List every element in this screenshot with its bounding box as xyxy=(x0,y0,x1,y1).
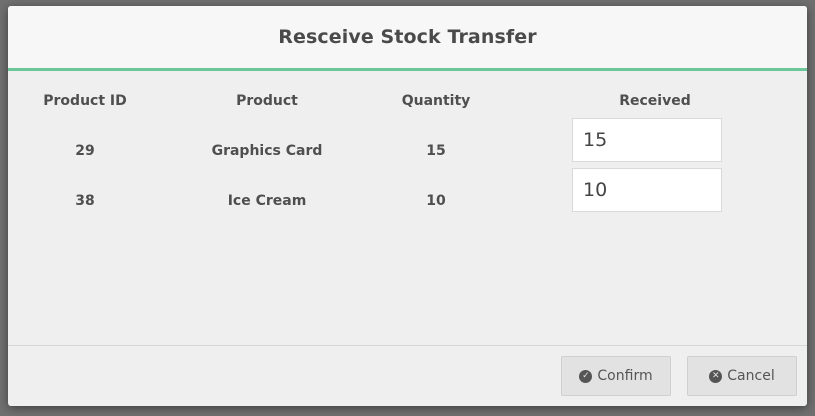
row-1-received-input[interactable] xyxy=(572,118,722,162)
row-2-quantity: 10 xyxy=(426,193,446,209)
column-header-product: Product xyxy=(236,93,298,109)
column-header-product-id: Product ID xyxy=(43,93,127,109)
row-2-product-id: 38 xyxy=(75,193,95,209)
cancel-button[interactable]: ✕ Cancel xyxy=(687,356,797,396)
column-header-quantity: Quantity xyxy=(401,93,471,109)
dialog-title: Resceive Stock Transfer xyxy=(278,26,537,48)
row-1-product-id: 29 xyxy=(75,143,95,159)
modal-backdrop: Resceive Stock Transfer Product ID Produ… xyxy=(0,0,815,416)
row-2-received-input[interactable] xyxy=(572,168,722,212)
row-2-product-name: Ice Cream xyxy=(227,193,307,209)
check-circle-icon: ✓ xyxy=(579,369,593,383)
row-1-quantity: 15 xyxy=(426,143,446,159)
column-header-received: Received xyxy=(619,93,691,109)
confirm-button-label: Confirm xyxy=(597,368,653,384)
dialog-header: Resceive Stock Transfer xyxy=(8,6,807,71)
dialog-footer: ✓ Confirm ✕ Cancel xyxy=(8,346,807,406)
row-1-product-name: Graphics Card xyxy=(211,143,323,159)
confirm-button[interactable]: ✓ Confirm xyxy=(561,356,671,396)
times-circle-icon: ✕ xyxy=(709,369,723,383)
cancel-button-label: Cancel xyxy=(727,368,775,384)
